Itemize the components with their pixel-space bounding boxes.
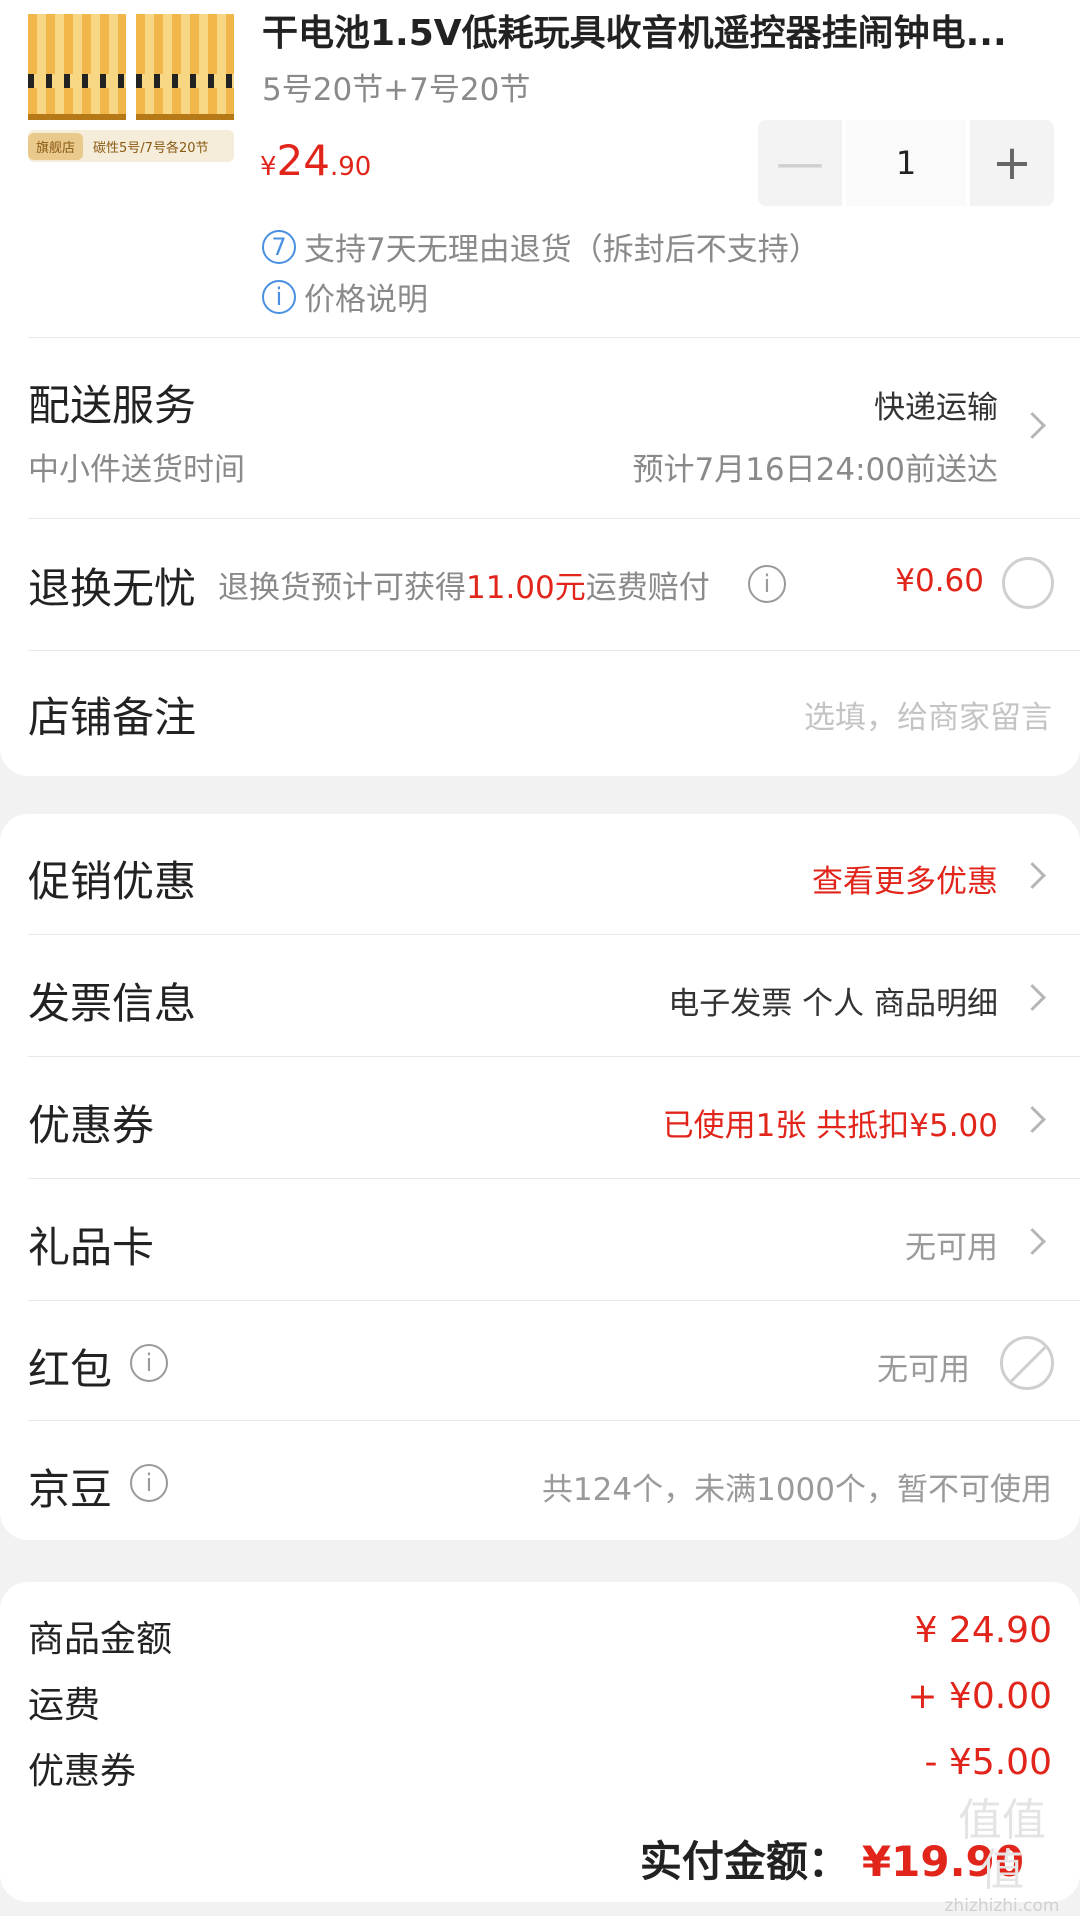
thumbnail-tag: 旗舰店 碳性5号/7号各20节 bbox=[28, 130, 234, 162]
divider bbox=[28, 518, 1080, 519]
divider bbox=[28, 650, 1080, 651]
store-note-label: 店铺备注 bbox=[28, 693, 197, 742]
chevron-right-icon bbox=[1019, 412, 1046, 439]
info-icon[interactable]: i bbox=[130, 1464, 168, 1502]
divider bbox=[28, 1056, 1080, 1057]
decrease-quantity-button[interactable]: — bbox=[758, 120, 842, 206]
coupon-discount-label: 优惠券 bbox=[28, 1751, 137, 1792]
divider bbox=[28, 934, 1080, 935]
goods-amount-label: 商品金额 bbox=[28, 1619, 173, 1660]
increase-quantity-button[interactable]: + bbox=[970, 120, 1054, 206]
watermark-glyphs: 值值值 bbox=[958, 1795, 1046, 1896]
coupon-label: 优惠券 bbox=[28, 1101, 155, 1150]
info-icon[interactable]: i bbox=[748, 565, 786, 603]
battery-pack bbox=[28, 14, 126, 120]
delivery-time-label: 中小件送货时间 bbox=[28, 452, 245, 488]
quantity-stepper: — 1 + bbox=[758, 120, 1054, 206]
info-icon[interactable]: i bbox=[130, 1344, 168, 1382]
invoice-value: 电子发票 个人 商品明细 bbox=[668, 986, 998, 1022]
price-currency: ¥ bbox=[260, 152, 277, 182]
divider bbox=[28, 337, 1080, 338]
order-options-card: 促销优惠 查看更多优惠 发票信息 电子发票 个人 商品明细 优惠券 已使用1张 … bbox=[0, 814, 1080, 1540]
gift-card-label: 礼品卡 bbox=[28, 1223, 155, 1272]
product-price: ¥24.90 bbox=[260, 136, 371, 185]
price-explanation[interactable]: i 价格说明 bbox=[262, 274, 428, 319]
gift-card-value: 无可用 bbox=[905, 1230, 998, 1266]
jd-beans-label: 京豆 bbox=[28, 1465, 113, 1514]
coupon-value: 已使用1张 共抵扣¥5.00 bbox=[662, 1108, 998, 1144]
store-note-input[interactable]: 选填，给商家留言 bbox=[804, 692, 1052, 737]
delivery-service-label: 配送服务 bbox=[28, 381, 197, 430]
return-insurance-desc: 退换货预计可获得11.00元运费赔付 bbox=[218, 562, 710, 607]
shipping-value: + ¥0.00 bbox=[907, 1676, 1052, 1717]
invoice-label: 发票信息 bbox=[28, 979, 197, 1028]
delivery-eta: 预计7月16日24:00前送达 bbox=[632, 452, 998, 488]
chevron-right-icon bbox=[1019, 984, 1046, 1011]
quantity-value[interactable]: 1 bbox=[846, 120, 966, 206]
divider bbox=[28, 1178, 1080, 1179]
chevron-right-icon bbox=[1019, 1106, 1046, 1133]
return-insurance-desc-post: 运费赔付 bbox=[585, 570, 710, 606]
delivery-method: 快递运输 bbox=[874, 390, 998, 426]
watermark-domain: zhizhizhi.com bbox=[944, 1896, 1060, 1916]
disabled-icon bbox=[1000, 1336, 1054, 1390]
promotions-label: 促销优惠 bbox=[28, 857, 197, 906]
divider bbox=[28, 1420, 1080, 1421]
red-packet-value: 无可用 bbox=[877, 1352, 970, 1388]
watermark-logo: 值值值 zhizhizhi.com bbox=[942, 1796, 1062, 1916]
promotions-value: 查看更多优惠 bbox=[812, 864, 998, 900]
total-payment-label: 实付金额： bbox=[639, 1837, 850, 1886]
seven-day-return-icon: 7 bbox=[262, 229, 296, 264]
thumbnail-tag-spec: 碳性5号/7号各20节 bbox=[93, 140, 209, 156]
return-policy-note[interactable]: 7 支持7天无理由退货（拆封后不支持） bbox=[262, 224, 820, 269]
battery-packs-image bbox=[28, 14, 234, 124]
divider bbox=[28, 1300, 1080, 1301]
chevron-right-icon bbox=[1019, 862, 1046, 889]
product-spec: 5号20节+7号20节 bbox=[262, 72, 531, 108]
return-insurance-amount: 11.00元 bbox=[466, 570, 586, 606]
return-policy-text: 支持7天无理由退货（拆封后不支持） bbox=[304, 232, 820, 268]
chevron-right-icon bbox=[1019, 1228, 1046, 1255]
return-insurance-label: 退换无忧 bbox=[28, 564, 197, 613]
red-packet-label: 红包 bbox=[28, 1345, 113, 1394]
jd-beans-value: 共124个，未满1000个，暂不可使用 bbox=[541, 1472, 1052, 1508]
return-insurance-checkbox[interactable] bbox=[1002, 557, 1054, 609]
goods-amount-value: ¥ 24.90 bbox=[914, 1610, 1052, 1651]
product-card: 旗舰店 碳性5号/7号各20节 干电池1.5V低耗玩具收音机遥控器挂闹钟电...… bbox=[0, 0, 1080, 776]
price-integer: 24 bbox=[276, 136, 330, 185]
coupon-discount-value: - ¥5.00 bbox=[924, 1742, 1053, 1783]
product-title[interactable]: 干电池1.5V低耗玩具收音机遥控器挂闹钟电... bbox=[262, 4, 1032, 56]
info-icon: i bbox=[262, 279, 296, 314]
price-explanation-text: 价格说明 bbox=[304, 282, 428, 318]
price-decimal: .90 bbox=[330, 152, 372, 182]
thumbnail-tag-store: 旗舰店 bbox=[28, 132, 84, 160]
product-thumbnail[interactable]: 旗舰店 碳性5号/7号各20节 bbox=[28, 14, 234, 162]
return-insurance-desc-pre: 退换货预计可获得 bbox=[218, 570, 466, 606]
shipping-label: 运费 bbox=[28, 1685, 101, 1726]
battery-pack bbox=[136, 14, 234, 120]
return-insurance-price: ¥0.60 bbox=[895, 563, 984, 599]
